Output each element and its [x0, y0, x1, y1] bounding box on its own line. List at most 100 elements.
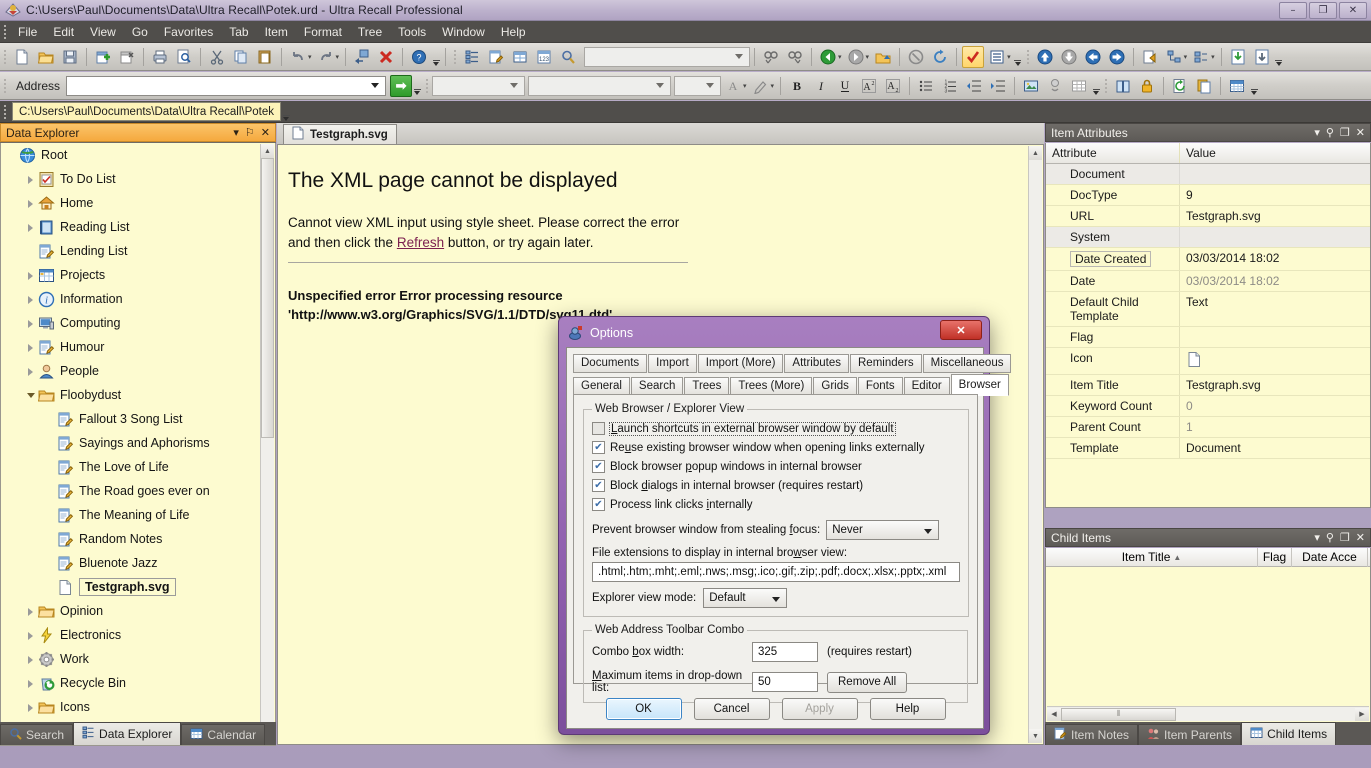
- tree-node[interactable]: Root: [1, 143, 275, 167]
- checkbox-row-process-links[interactable]: ✔ Process link clicks internally: [592, 495, 960, 514]
- format-gripper[interactable]: [426, 78, 429, 93]
- font-color-icon[interactable]: A: [722, 75, 744, 97]
- attribute-row[interactable]: Date 03/03/2014 18:02: [1046, 271, 1370, 292]
- attribute-row[interactable]: Document: [1046, 164, 1370, 185]
- help-button[interactable]: Help: [869, 698, 946, 720]
- toolbar-gripper-1[interactable]: [4, 49, 6, 64]
- scroll-down-icon[interactable]: ▼: [1029, 729, 1042, 743]
- attribute-value[interactable]: 03/03/2014 18:02: [1180, 248, 1370, 270]
- options-tab-import[interactable]: Import: [648, 354, 697, 373]
- duplicate-document-icon[interactable]: [1193, 75, 1215, 97]
- menu-format[interactable]: Format: [296, 23, 350, 41]
- scroll-up-icon[interactable]: ▲: [1029, 146, 1042, 160]
- chevron-right-icon[interactable]: [26, 630, 37, 641]
- chevron-right-icon[interactable]: [26, 702, 37, 713]
- attribute-row[interactable]: Parent Count 1: [1046, 417, 1370, 438]
- cancel-button[interactable]: Cancel: [693, 698, 770, 720]
- toolbar-overflow-2[interactable]: [1013, 46, 1023, 68]
- column-date-accessed[interactable]: Date Acce: [1292, 547, 1368, 567]
- toolbar-overflow-1[interactable]: [431, 46, 441, 68]
- address-overflow[interactable]: [412, 75, 422, 97]
- chevron-right-icon[interactable]: [26, 366, 37, 377]
- current-database-path[interactable]: C:\Users\Paul\Documents\Data\Ultra Recal…: [12, 102, 282, 121]
- highlight-color-icon[interactable]: [750, 75, 772, 97]
- panel-pin-icon[interactable]: ⚐: [245, 127, 255, 138]
- ok-button[interactable]: OK: [605, 698, 682, 720]
- lock-icon[interactable]: [1136, 75, 1158, 97]
- attribute-row[interactable]: Default Child Template Text: [1046, 292, 1370, 327]
- address-gripper[interactable]: [4, 78, 6, 93]
- attribute-value[interactable]: [1180, 327, 1370, 347]
- chevron-right-icon[interactable]: [26, 678, 37, 689]
- checkbox-row-block-popups[interactable]: ✔ Block browser popup windows in interna…: [592, 457, 960, 476]
- calendar-icon[interactable]: [1226, 75, 1248, 97]
- menu-help[interactable]: Help: [493, 23, 534, 41]
- attribute-row[interactable]: Template Document: [1046, 438, 1370, 459]
- forward-icon[interactable]: [845, 46, 867, 68]
- menu-tab[interactable]: Tab: [221, 23, 256, 41]
- document-vertical-scrollbar[interactable]: ▲ ▼: [1028, 146, 1042, 743]
- toolbar-overflow-5[interactable]: [1249, 75, 1259, 97]
- find-previous-icon[interactable]: [760, 46, 782, 68]
- tree-node[interactable]: Testgraph.svg: [1, 575, 275, 599]
- print-icon[interactable]: [149, 46, 171, 68]
- child-items-horizontal-scrollbar[interactable]: ◀ ⦀ ▶: [1047, 706, 1369, 721]
- attribute-row[interactable]: URL Testgraph.svg: [1046, 206, 1370, 227]
- menu-view[interactable]: View: [82, 23, 124, 41]
- search-icon[interactable]: [557, 46, 579, 68]
- italic-icon[interactable]: I: [810, 75, 832, 97]
- checkbox-row-launch-external[interactable]: Launch shortcuts in external browser win…: [592, 419, 960, 438]
- options-tab-browser[interactable]: Browser: [950, 374, 1009, 396]
- stop-icon[interactable]: [905, 46, 927, 68]
- insert-image-icon[interactable]: [1020, 75, 1042, 97]
- toolbar-overflow-4[interactable]: [1091, 75, 1101, 97]
- scroll-right-icon[interactable]: ▶: [1355, 707, 1369, 721]
- item-attributes-grid[interactable]: Attribute Value Document DocType 9 URL Testg…: [1045, 143, 1371, 508]
- attribute-value[interactable]: 0: [1180, 396, 1370, 416]
- close-button[interactable]: ✕: [1339, 2, 1367, 19]
- tree-node[interactable]: Lending List: [1, 239, 275, 263]
- item-notes-view-icon[interactable]: [485, 46, 507, 68]
- attribute-value[interactable]: Testgraph.svg: [1180, 375, 1370, 395]
- attribute-row[interactable]: DocType 9: [1046, 185, 1370, 206]
- move-up-icon[interactable]: [1034, 46, 1056, 68]
- scroll-thumb[interactable]: [261, 158, 274, 438]
- open-external-icon[interactable]: [1139, 46, 1161, 68]
- reuse-window-checkbox[interactable]: ✔: [592, 441, 605, 454]
- insert-link-icon[interactable]: [1044, 75, 1066, 97]
- import-icon[interactable]: [1227, 46, 1249, 68]
- attribute-row[interactable]: Flag: [1046, 327, 1370, 348]
- menu-go[interactable]: Go: [124, 23, 156, 41]
- steal-focus-select[interactable]: Never: [826, 520, 940, 540]
- refresh-link[interactable]: Refresh: [397, 235, 444, 250]
- options-tab-attributes[interactable]: Attributes: [784, 354, 849, 373]
- attribute-row[interactable]: System: [1046, 227, 1370, 248]
- find-next-icon[interactable]: [784, 46, 806, 68]
- chevron-right-icon[interactable]: [26, 294, 37, 305]
- superscript-icon[interactable]: A2: [858, 75, 880, 97]
- cut-icon[interactable]: [206, 46, 228, 68]
- path-gripper[interactable]: [4, 104, 6, 119]
- menu-tree[interactable]: Tree: [350, 23, 390, 41]
- tree-node[interactable]: Sayings and Aphorisms: [1, 431, 275, 455]
- item-dates-view-icon[interactable]: 123: [533, 46, 555, 68]
- block-dialogs-checkbox[interactable]: ✔: [592, 479, 605, 492]
- tree-node[interactable]: People: [1, 359, 275, 383]
- chevron-right-icon[interactable]: [26, 270, 37, 281]
- tree-node[interactable]: Home: [1, 191, 275, 215]
- list-view-icon[interactable]: [986, 46, 1008, 68]
- panel-maximize-icon[interactable]: ❐: [1340, 127, 1350, 138]
- tab-item-notes[interactable]: Item Notes: [1045, 724, 1139, 745]
- bold-icon[interactable]: B: [786, 75, 808, 97]
- chevron-right-icon[interactable]: [26, 342, 37, 353]
- column-item-title[interactable]: Item Title ▲: [1046, 547, 1258, 567]
- panel-menu-icon[interactable]: ▾: [233, 127, 239, 138]
- increase-indent-icon[interactable]: [987, 75, 1009, 97]
- delete-icon[interactable]: [375, 46, 397, 68]
- attribute-value[interactable]: Text: [1180, 292, 1370, 326]
- tree-node[interactable]: Bluenote Jazz: [1, 551, 275, 575]
- block-popups-checkbox[interactable]: ✔: [592, 460, 605, 473]
- max-items-input[interactable]: 50: [752, 672, 818, 692]
- apply-button[interactable]: Apply: [781, 698, 858, 720]
- panel-close-icon[interactable]: ✕: [261, 127, 270, 138]
